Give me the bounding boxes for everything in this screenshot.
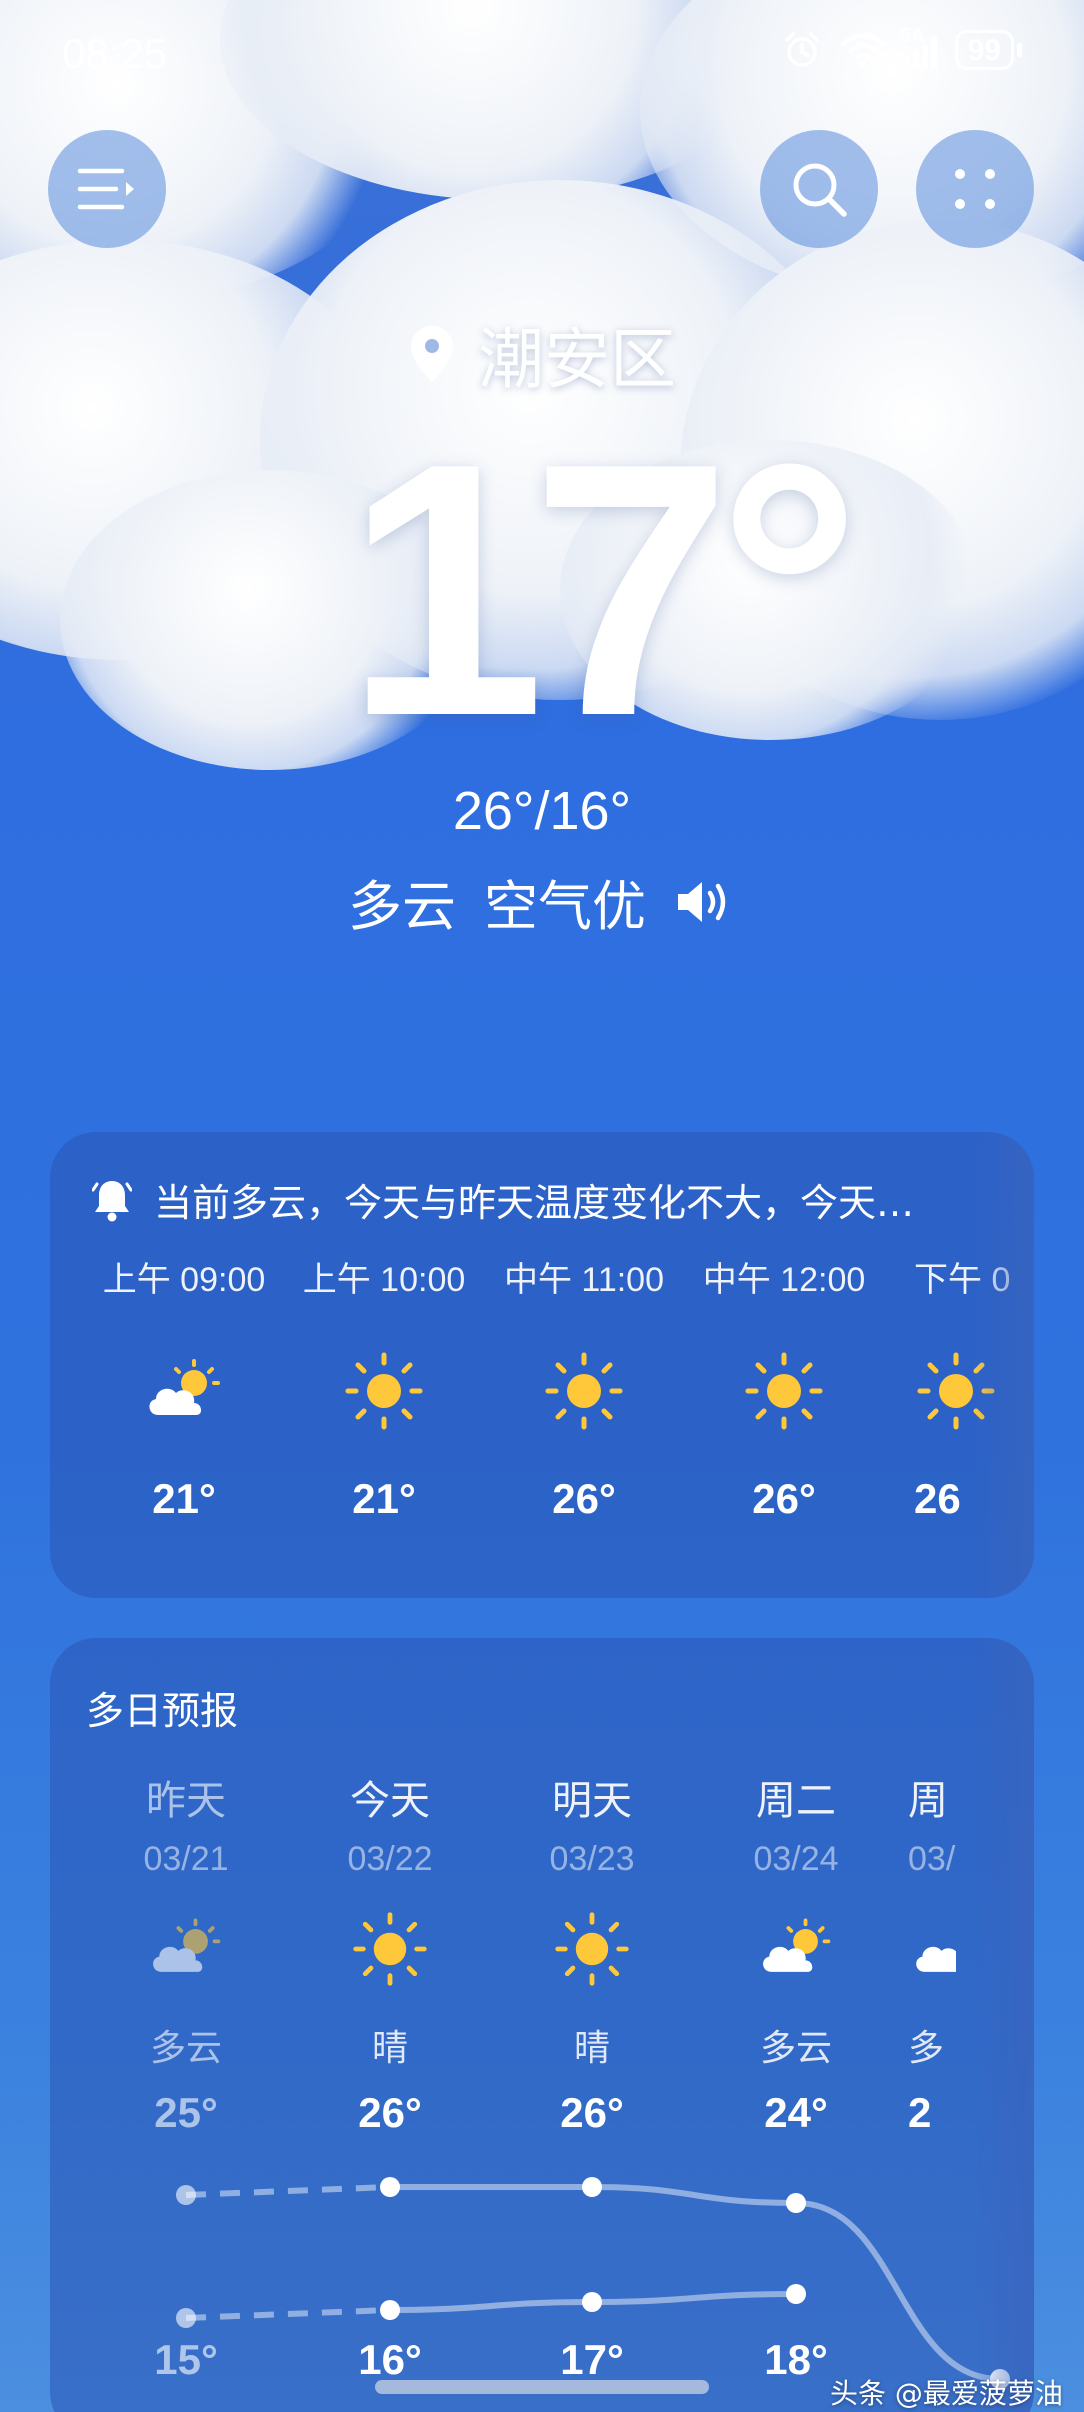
signal-indicator: 5A [900,25,937,69]
day-item[interactable]: 明天 03/23 晴 26° [492,1768,692,2137]
low-temp-yesterday-segment [185,2307,391,2321]
condition-row: 多云 空气优 [0,862,1084,941]
hour-item: 上午 10:00 21° [284,1252,484,1523]
air-quality[interactable]: 空气优 [484,862,646,941]
more-button[interactable] [916,130,1034,248]
day-date: 03/23 [549,1840,635,1878]
status-icons: 5A 99 [782,25,1022,70]
day-date: 03/22 [347,1840,433,1878]
grid-dots-icon [955,169,995,209]
partly-cloudy-icon [153,1918,221,1972]
alert-text: 当前多云，今天与昨天温度变化不大，今天… [154,1181,915,1225]
day-name: 昨天 [146,1778,226,1824]
hour-temp: 26° [752,1475,816,1522]
bell-icon [92,1180,132,1221]
day-condition: 晴 [371,2028,408,2069]
battery-level: 99 [954,30,1014,70]
search-icon [793,163,847,217]
status-bar: 08:25 5A 99 [0,0,1084,110]
day-condition: 晴 [573,2028,610,2069]
hour-temp: 21° [152,1475,216,1522]
low-temp-point [786,2284,806,2304]
watermark: 头条 @最爱菠萝油 [830,2377,1063,2410]
partly-cloudy-icon [763,1918,831,1972]
home-indicator[interactable] [375,2380,709,2394]
high-temp-point [380,2177,400,2197]
day-high: 25° [154,2089,218,2136]
sun-icon [345,1352,423,1430]
hour-item: 上午 09:00 21° [84,1252,284,1523]
current-temperature: 17° [345,389,861,791]
day-name: 周二 [756,1778,836,1824]
day-date: 03/24 [753,1840,839,1878]
day-condition: 多云 [759,2028,832,2069]
day-item[interactable]: 今天 03/22 晴 26° [290,1768,490,2137]
daily-forecast-card[interactable]: 多日预报 昨天 03/21 多云 25° 今天 03/22 晴 26° 明天 0… [50,1638,1034,2412]
hour-time: 上午 09:00 [102,1261,266,1299]
sun-icon [745,1352,823,1430]
location-name: 潮安区 [478,321,676,398]
network-type: 5A [899,25,926,47]
current-condition: 多云 [348,875,456,938]
menu-button[interactable] [48,130,166,248]
hourly-forecast-card[interactable]: 当前多云，今天与昨天温度变化不大，今天… 上午 09:00 21° 上午 10:… [50,1132,1034,1598]
day-item[interactable]: 周二 03/24 多云 24° [696,1768,896,2137]
day-name: 明天 [552,1778,632,1824]
status-time: 08:25 [62,30,168,77]
sun-icon [545,1352,623,1430]
low-temp-point [176,2308,196,2328]
sun-icon [555,1912,629,1986]
hour-item: 中午 12:00 26° [684,1252,884,1523]
day-high: 26° [560,2089,624,2136]
day-low: 17° [560,2336,624,2383]
low-temp-point [380,2300,400,2320]
partly-cloudy-icon [916,1946,966,1972]
day-high: 24° [764,2089,828,2136]
high-temp-point [786,2193,806,2213]
day-high: 26° [358,2089,422,2136]
day-name: 今天 [350,1778,430,1824]
hour-temp: 26° [552,1475,616,1522]
day-condition: 多云 [149,2028,222,2069]
location-pin-icon [411,326,453,382]
high-temp-point [176,2185,196,2205]
day-item[interactable]: 昨天 03/21 多云 25° [86,1768,286,2137]
weather-alert[interactable]: 当前多云，今天与昨天温度变化不大，今天… [92,1172,992,1227]
hour-time: 中午 12:00 [702,1261,866,1299]
high-low-temperature: 26°/16° [452,781,632,841]
high-temp-yesterday-segment [185,2184,391,2198]
alarm-icon [784,32,819,67]
speaker-icon[interactable] [674,877,736,927]
hour-item: 中午 11:00 26° [484,1252,684,1523]
battery-icon: 99 [954,30,1022,70]
high-temp-point [582,2177,602,2197]
hour-time: 中午 11:00 [503,1261,664,1299]
partly-cloudy-icon [149,1359,220,1415]
hour-temp: 21° [352,1475,416,1522]
wifi-icon [840,33,885,68]
day-date: 03/21 [143,1840,229,1878]
menu-icon [77,168,134,210]
sun-icon [353,1912,427,1986]
hour-time: 上午 10:00 [302,1261,466,1299]
location-header[interactable]: 潮安区 [0,306,1084,402]
low-temp-point [582,2292,602,2312]
search-button[interactable] [760,130,878,248]
day-low: 16° [358,2336,422,2383]
day-low: 15° [154,2336,218,2383]
